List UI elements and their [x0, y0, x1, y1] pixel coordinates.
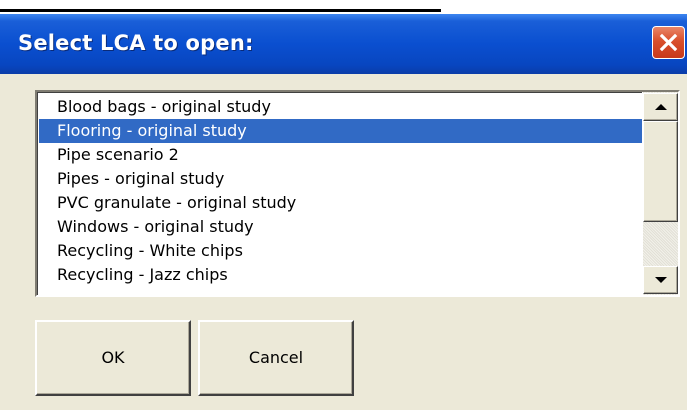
scroll-down-button[interactable]: [643, 266, 678, 294]
list-item[interactable]: Recycling - White chips: [39, 239, 642, 263]
scroll-up-button[interactable]: [643, 93, 678, 121]
lca-list: Blood bags - original study Flooring - o…: [37, 92, 642, 295]
close-button[interactable]: [652, 26, 685, 59]
vertical-scrollbar[interactable]: [643, 92, 678, 295]
list-item[interactable]: Pipe scenario 2: [39, 143, 642, 167]
lca-listbox[interactable]: Blood bags - original study Flooring - o…: [35, 90, 680, 297]
list-item[interactable]: Pipes - original study: [39, 167, 642, 191]
list-item[interactable]: Recycling - Jazz chips: [39, 263, 642, 287]
background-window-strip: [0, 0, 687, 14]
close-x-icon: [659, 33, 678, 52]
list-item-selected[interactable]: Flooring - original study: [39, 119, 642, 143]
cancel-button[interactable]: Cancel: [198, 320, 354, 396]
list-item[interactable]: PVC granulate - original study: [39, 191, 642, 215]
scroll-thumb[interactable]: [643, 121, 678, 222]
list-item[interactable]: Windows - original study: [39, 215, 642, 239]
ok-button[interactable]: OK: [35, 320, 191, 396]
dialog-title: Select LCA to open:: [18, 31, 254, 55]
arrow-down-icon: [655, 277, 667, 283]
background-window-edge: [0, 9, 441, 12]
select-lca-dialog: Select LCA to open: Blood bags - origina…: [0, 0, 687, 410]
arrow-up-icon: [655, 104, 667, 110]
title-bar[interactable]: Select LCA to open:: [0, 14, 687, 74]
list-item[interactable]: Blood bags - original study: [39, 95, 642, 119]
